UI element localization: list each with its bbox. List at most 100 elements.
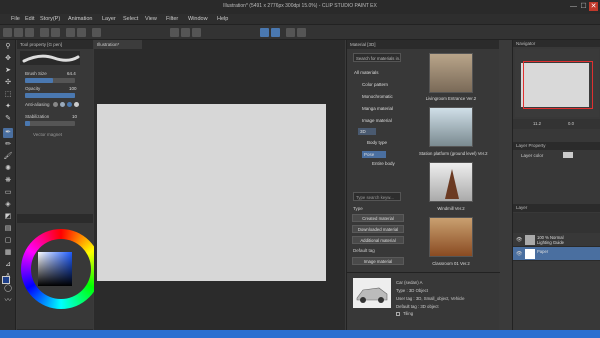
material-thumb-livingroom[interactable] [429, 53, 473, 93]
layer-color-swatch[interactable] [563, 152, 573, 158]
tag-search-field[interactable]: Type search keyw... [353, 192, 401, 201]
material-search-field[interactable]: Search for materials in... [353, 53, 401, 62]
antialias-medium-option[interactable] [67, 102, 72, 107]
main-color-swatch[interactable] [2, 276, 10, 284]
tree-all-materials[interactable]: All materials [354, 70, 379, 75]
antialias-strong-option[interactable] [74, 102, 79, 107]
created-material-button[interactable]: Created material [352, 214, 404, 222]
image-material-button[interactable]: Image material [352, 257, 404, 265]
brush-size-slider[interactable] [25, 78, 75, 83]
frame-tool-icon[interactable]: ▦ [3, 248, 13, 258]
material-caption-classroom: Classroom 01 Ver.2 [432, 261, 470, 266]
operation-tool-icon[interactable]: ➤ [3, 66, 13, 76]
additional-material-button[interactable]: Additional material [352, 236, 404, 244]
navigator-view [515, 49, 599, 117]
open-file-icon[interactable] [14, 28, 23, 37]
move-tool-icon[interactable]: ✥ [3, 54, 13, 64]
menu-filter[interactable]: Filter [166, 16, 178, 22]
navigator-angle[interactable]: 0.0 [568, 121, 574, 126]
menu-view[interactable]: View [145, 16, 157, 22]
navigator-view-frame[interactable] [523, 61, 593, 109]
layer-row-lighting[interactable]: 👁 100 % Normal Lighting Guide [513, 233, 600, 247]
menu-window[interactable]: Window [188, 16, 208, 22]
new-file-icon[interactable] [3, 28, 12, 37]
antialias-none-option[interactable] [53, 102, 58, 107]
gradient-tool-icon[interactable]: ▤ [3, 224, 13, 234]
save-icon[interactable] [25, 28, 34, 37]
menu-layer[interactable]: Layer [102, 16, 116, 22]
material-thumb-windmill[interactable] [429, 162, 473, 202]
opacity-value[interactable]: 100 [69, 86, 77, 91]
balloon-tool-icon[interactable]: ◯ [3, 284, 13, 294]
clear-icon[interactable] [66, 28, 75, 37]
eye-icon[interactable]: 👁 [516, 237, 522, 243]
decoration-tool-icon[interactable]: ❋ [3, 176, 13, 186]
stabilizer-icon[interactable] [271, 28, 280, 37]
pen-tool-icon[interactable]: ✒ [3, 128, 13, 138]
tiling-checkbox[interactable] [396, 312, 400, 316]
undo-icon[interactable] [40, 28, 49, 37]
menu-help[interactable]: Help [217, 16, 228, 22]
snap-special-icon[interactable] [192, 28, 201, 37]
tree-body-type[interactable]: Body type [367, 140, 387, 145]
menu-bar: File Edit Story(P) Animation Layer Selec… [0, 14, 600, 25]
eye-icon[interactable]: 👁 [516, 251, 522, 257]
stabilization-slider[interactable] [25, 121, 75, 126]
tree-3d[interactable]: 3D [358, 128, 376, 135]
canvas-page[interactable] [97, 104, 326, 281]
vector-magnet-label[interactable]: Vector magnet [33, 132, 62, 137]
navigator-zoom[interactable]: 11.2 [533, 121, 541, 126]
stabilization-label: Stabilization [25, 114, 50, 119]
tree-monochromatic[interactable]: Monochromatic [362, 94, 393, 99]
pencil-tool-icon[interactable]: ✏ [3, 140, 13, 150]
anti-aliasing-label: Anti-aliasing [25, 102, 50, 107]
tree-entire-body[interactable]: Entire body [372, 161, 395, 166]
eyedropper-tool-icon[interactable]: ✎ [3, 114, 13, 124]
menu-file[interactable]: File [11, 16, 20, 22]
tree-pose[interactable]: Pose [362, 151, 387, 158]
minimize-button[interactable]: — [569, 2, 578, 11]
layer-row-paper[interactable]: 👁 Paper [513, 247, 600, 261]
opacity-slider[interactable] [25, 93, 75, 98]
tool-property-panel: Tool property [G pen] Brush Size 64.4 Op… [17, 40, 93, 180]
antialias-weak-option[interactable] [60, 102, 65, 107]
eraser-tool-icon[interactable]: ▭ [3, 188, 13, 198]
move-layer-tool-icon[interactable]: ✣ [3, 78, 13, 88]
tree-image-material[interactable]: Image material [362, 118, 392, 123]
material-caption-station: Station platform (ground level) Ver.2 [419, 151, 488, 156]
close-button[interactable]: ✕ [589, 2, 598, 11]
airbrush-tool-icon[interactable]: ✺ [3, 164, 13, 174]
blend-tool-icon[interactable]: ◈ [3, 200, 13, 210]
snap-ruler-icon[interactable] [170, 28, 179, 37]
brush-tool-icon[interactable]: 🖌 [3, 152, 13, 162]
zoom-tool-icon[interactable]: ⚲ [3, 42, 13, 52]
downloaded-material-button[interactable]: Downloaded material [352, 225, 404, 233]
transform-icon[interactable] [77, 28, 86, 37]
rotate-icon[interactable] [297, 28, 306, 37]
auto-select-tool-icon[interactable]: ✦ [3, 102, 13, 112]
selection-tool-icon[interactable]: ⬚ [3, 90, 13, 100]
menu-animation[interactable]: Animation [68, 16, 92, 22]
brush-size-value[interactable]: 64.4 [67, 71, 76, 76]
menu-edit[interactable]: Edit [25, 16, 34, 22]
menu-story[interactable]: Story(P) [40, 16, 60, 22]
figure-tool-icon[interactable]: ▢ [3, 236, 13, 246]
correct-line-tool-icon[interactable]: 〰 [3, 296, 13, 306]
ruler-tool-icon[interactable]: ⊿ [3, 260, 13, 270]
flip-icon[interactable] [286, 28, 295, 37]
saturation-value-square[interactable] [38, 252, 72, 286]
canvas-tab[interactable]: Illustration* [94, 40, 142, 49]
pen-pressure-icon[interactable] [260, 28, 269, 37]
tree-color-pattern[interactable]: Color pattern [362, 82, 388, 87]
stabilization-value[interactable]: 10 [72, 114, 77, 119]
maximize-button[interactable]: ☐ [579, 2, 588, 11]
snap-grid-icon[interactable] [181, 28, 190, 37]
layer-property-header: Layer Property [513, 142, 600, 150]
fill-tool-icon[interactable]: ◩ [3, 212, 13, 222]
material-thumb-station[interactable] [429, 107, 473, 147]
redo-icon[interactable] [51, 28, 60, 37]
material-thumb-classroom[interactable] [429, 217, 473, 257]
clip-studio-icon[interactable] [92, 28, 101, 37]
menu-select[interactable]: Select [123, 16, 138, 22]
tree-manga-material[interactable]: Manga material [362, 106, 393, 111]
